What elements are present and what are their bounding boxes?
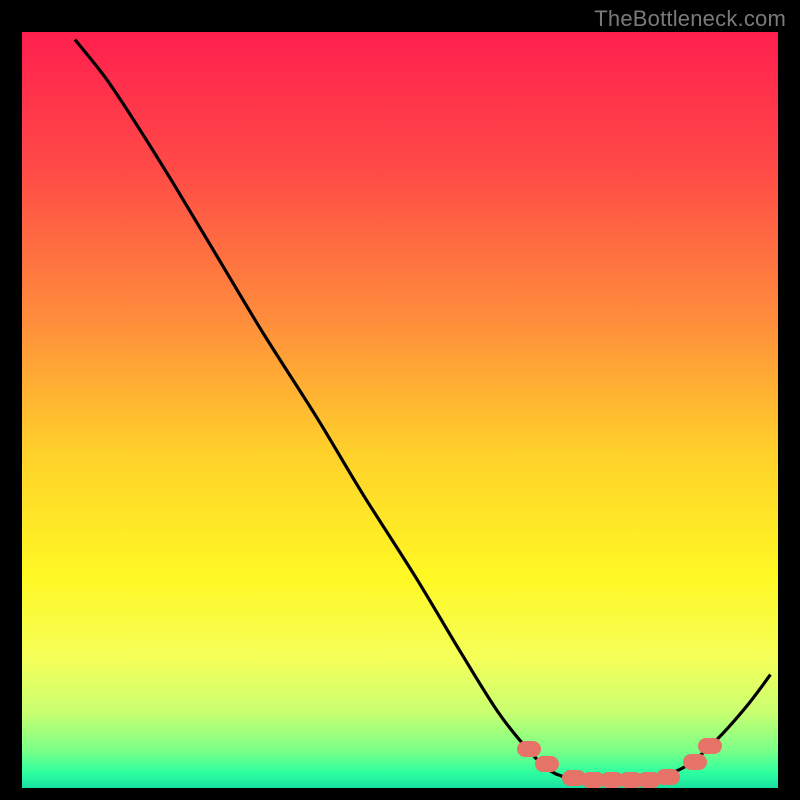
watermark-text: TheBottleneck.com <box>594 6 786 32</box>
data-marker <box>535 756 559 772</box>
data-marker <box>698 738 722 754</box>
data-marker <box>656 769 680 785</box>
data-marker <box>517 741 541 757</box>
data-marker <box>683 754 707 770</box>
gradient-background <box>22 32 778 788</box>
plot-area <box>22 32 778 788</box>
